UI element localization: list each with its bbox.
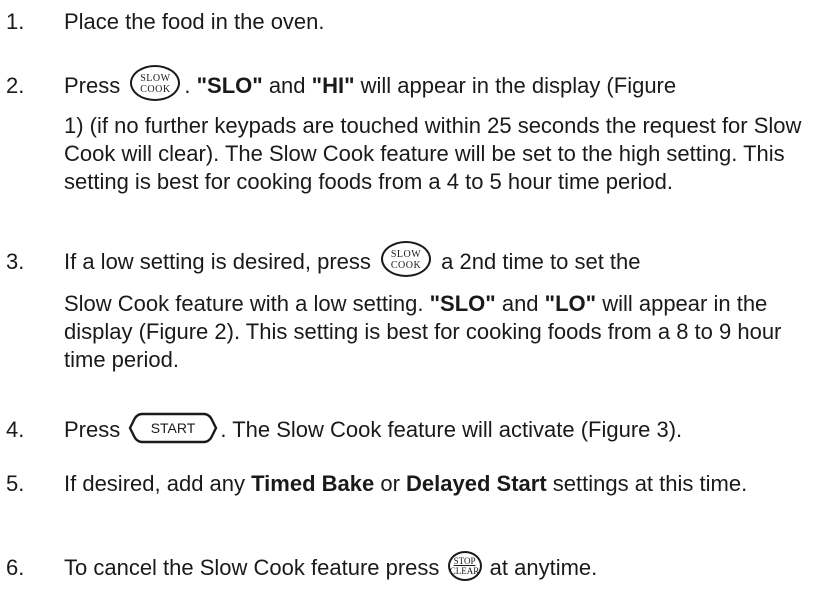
step-number: 2. bbox=[6, 73, 25, 98]
step-text: . The Slow Cook feature will activate (F… bbox=[220, 417, 683, 442]
step-text: To cancel the Slow Cook feature press bbox=[64, 555, 440, 580]
step-number: 4. bbox=[6, 417, 25, 442]
step-text: . bbox=[184, 73, 197, 98]
step-number: 1. bbox=[6, 9, 25, 34]
display-code: "SLO" bbox=[429, 291, 496, 316]
step-text: Place the food in the oven. bbox=[64, 9, 325, 34]
keypad-label-bottom: COOK bbox=[140, 84, 171, 96]
step-text: and bbox=[495, 291, 545, 316]
step-text: a 2nd time to set the bbox=[435, 249, 641, 274]
step-text: Press bbox=[64, 417, 121, 442]
step-text: If a low setting is desired, press bbox=[64, 249, 371, 274]
step-number: 3. bbox=[6, 249, 25, 274]
step-number: 6. bbox=[6, 555, 25, 580]
step-text: Press bbox=[64, 73, 121, 98]
slow-cook-keypad-icon: SLOW COOK bbox=[381, 241, 432, 278]
slow-cook-keypad-icon: SLOW COOK bbox=[130, 65, 181, 102]
start-keypad-icon: START bbox=[128, 411, 218, 445]
step-first-line: To cancel the Slow Cook feature press ST… bbox=[64, 551, 598, 582]
step-first-line: Press SLOW COOK . "SLO" and "HI" will ap… bbox=[64, 65, 677, 102]
step-text: If desired, add any bbox=[64, 471, 252, 496]
step-first-line: Press START . The Slow Cook feature will… bbox=[64, 412, 683, 445]
display-code: "SLO" bbox=[196, 73, 263, 98]
step-text: or bbox=[374, 471, 407, 496]
display-code: "HI" bbox=[311, 73, 355, 98]
step-text: at anytime. bbox=[483, 555, 598, 580]
keypad-label-bottom: CLEAR bbox=[449, 566, 480, 577]
start-keypad-label: START bbox=[151, 420, 196, 436]
keypad-label-top: STOP bbox=[453, 556, 476, 567]
keypad-label-top: SLOW bbox=[390, 249, 422, 261]
display-code: "LO" bbox=[544, 291, 597, 316]
step-text: will appear in the display (Figure bbox=[354, 73, 677, 98]
keypad-label-top: SLOW bbox=[140, 73, 171, 85]
setting-name: Timed Bake bbox=[251, 471, 375, 496]
keypad-label-bottom: COOK bbox=[390, 260, 422, 272]
step-body: 1) (if no further keypads are touched wi… bbox=[64, 113, 802, 194]
step-body: Slow Cook feature with a low setting. "S… bbox=[64, 290, 804, 374]
setting-name: Delayed Start bbox=[406, 471, 547, 496]
step-body: If desired, add any Timed Bake or Delaye… bbox=[64, 470, 804, 498]
step-number: 5. bbox=[6, 471, 25, 496]
step-text: and bbox=[262, 73, 312, 98]
step-first-line: If a low setting is desired, press SLOW … bbox=[64, 241, 641, 278]
step-text: Slow Cook feature with a low setting. bbox=[64, 291, 430, 316]
stop-clear-keypad-icon: STOP CLEAR bbox=[447, 551, 482, 582]
step-text: settings at this time. bbox=[546, 471, 748, 496]
